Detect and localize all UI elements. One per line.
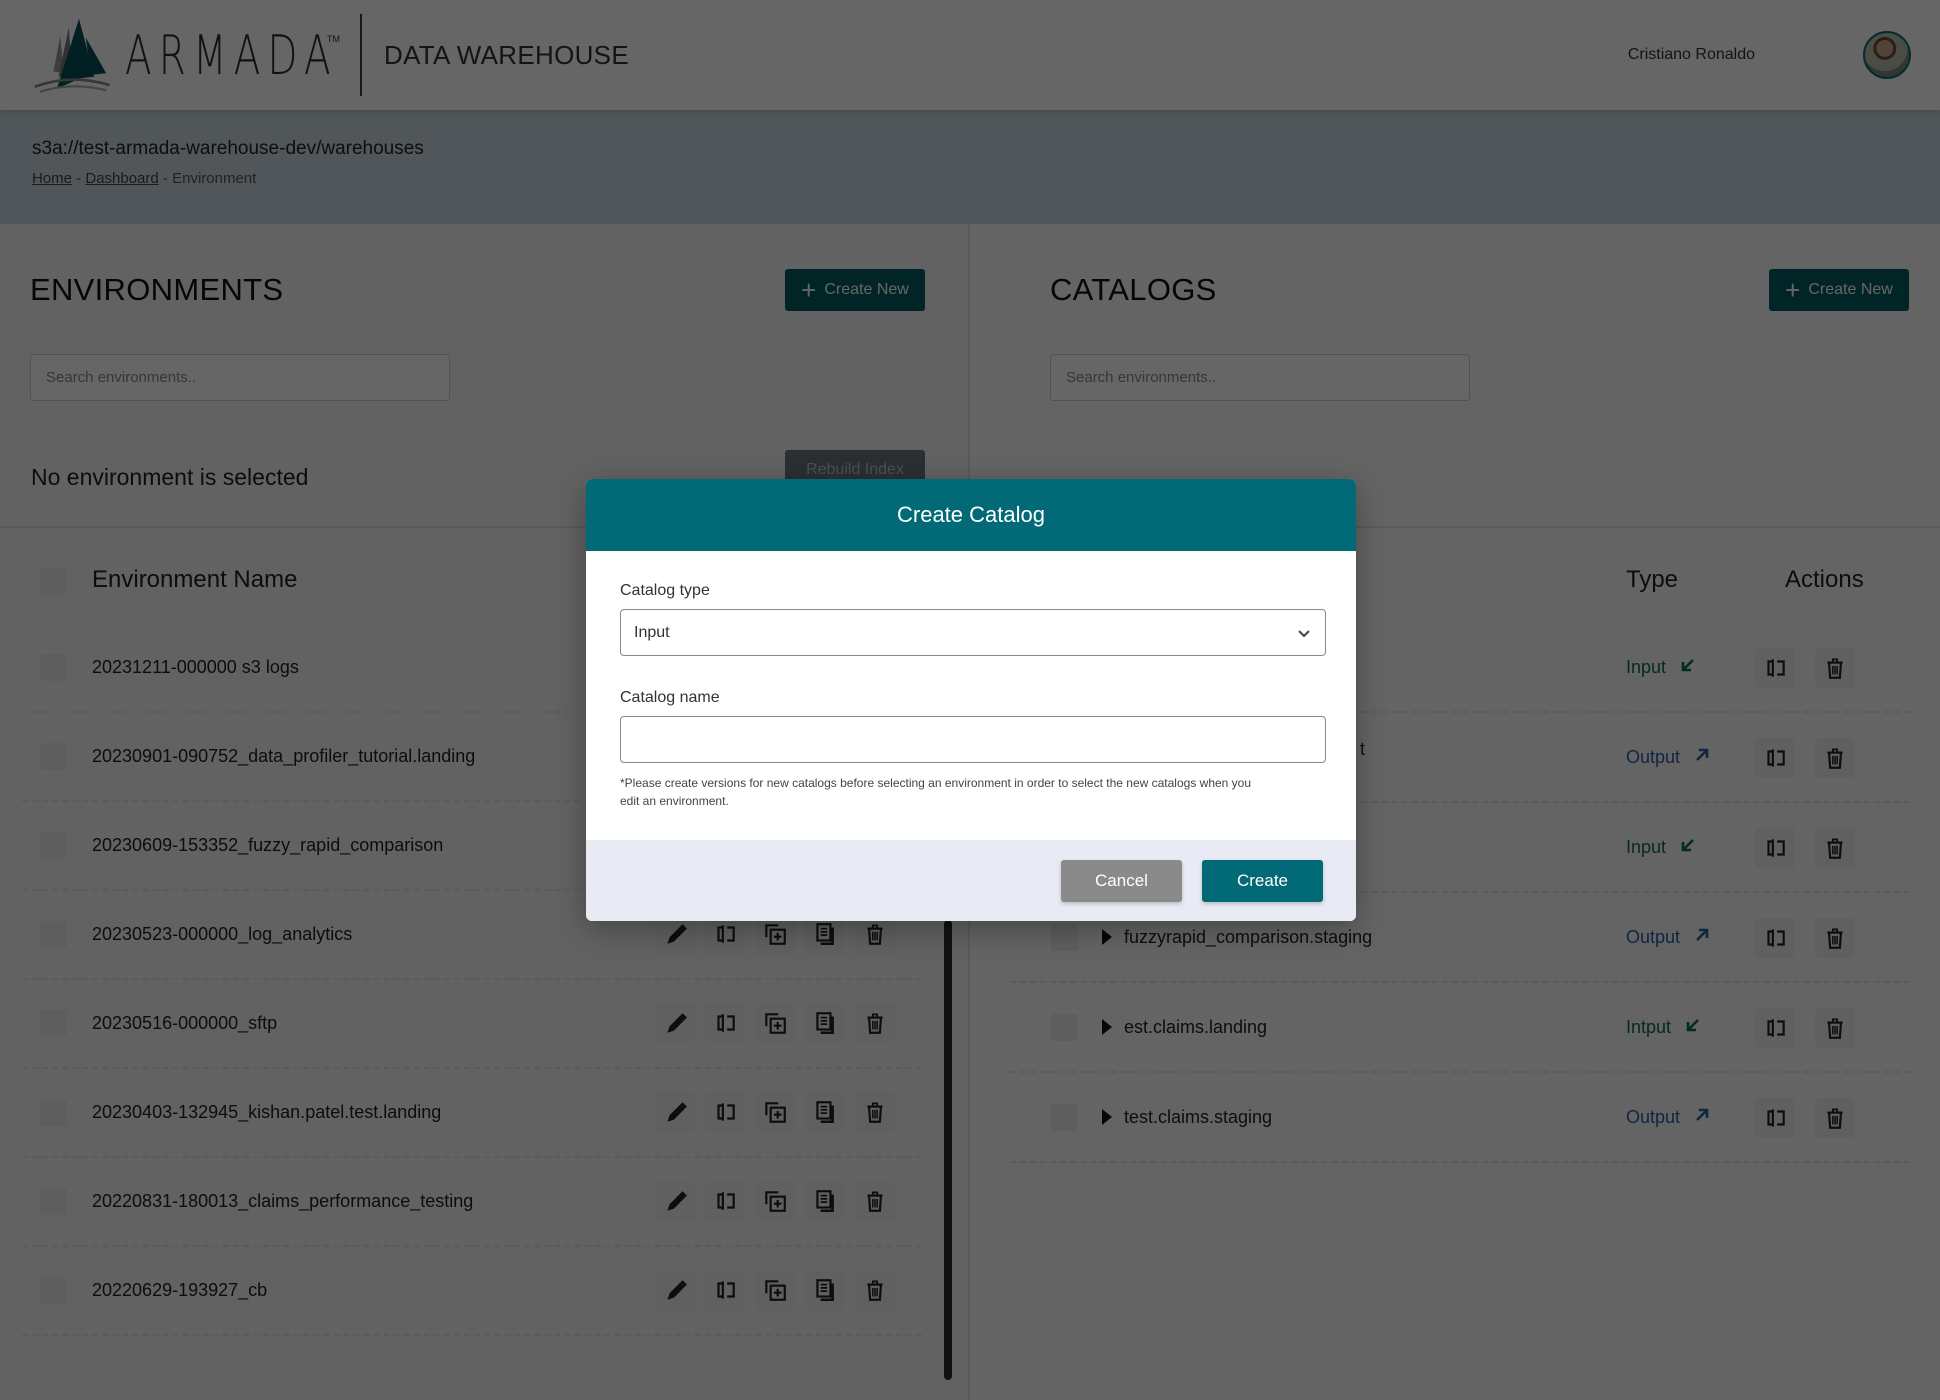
catalog-hint-text: *Please create versions for new catalogs… <box>620 776 1252 808</box>
create-button[interactable]: Create <box>1202 860 1323 902</box>
cancel-button[interactable]: Cancel <box>1061 860 1182 902</box>
dialog-title: Create Catalog <box>586 479 1356 551</box>
catalog-type-label: Catalog type <box>620 582 710 599</box>
catalog-type-select[interactable]: Input <box>620 609 1326 656</box>
create-catalog-dialog: Create Catalog Catalog type Input Catalo… <box>586 479 1356 921</box>
catalog-type-value: Input <box>634 623 670 641</box>
catalog-name-input[interactable] <box>620 716 1326 763</box>
chevron-down-icon <box>1298 629 1310 637</box>
dialog-footer: Cancel Create <box>586 840 1356 921</box>
catalog-name-label: Catalog name <box>620 689 720 706</box>
